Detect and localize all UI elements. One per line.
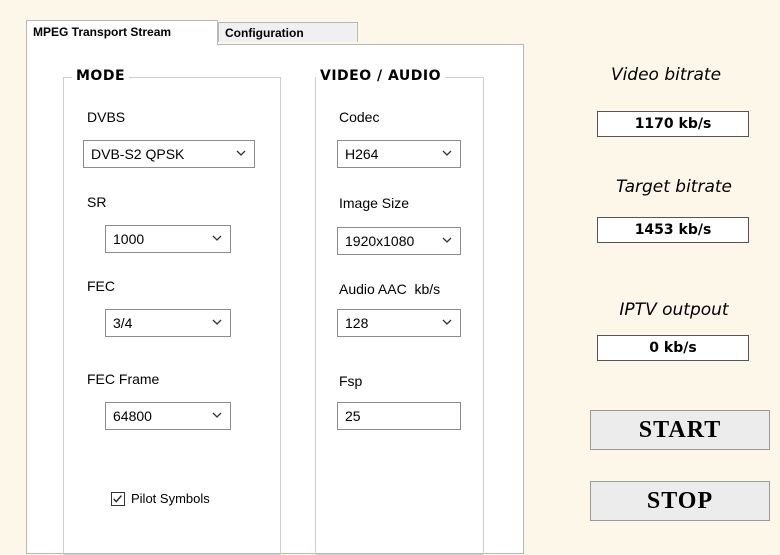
target-bitrate-value: 1453 kb/s [597, 217, 749, 243]
fec-frame-label: FEC Frame [87, 371, 160, 387]
codec-label: Codec [339, 109, 380, 125]
sr-label: SR [87, 194, 107, 210]
tab-configuration[interactable]: Configuration [218, 22, 358, 42]
check-icon [113, 495, 122, 503]
chevron-down-icon [442, 150, 452, 156]
target-bitrate-label: Target bitrate [615, 177, 733, 197]
image-size-label: Image Size [339, 195, 410, 211]
sr-value: 1000 [113, 231, 145, 247]
pilot-symbols-label: Pilot Symbols [131, 491, 210, 506]
dvbs-value: DVB-S2 QPSK [91, 146, 185, 162]
mode-group-title: MODE [72, 68, 130, 84]
tab-mpeg-transport-stream[interactable]: MPEG Transport Stream [26, 20, 218, 45]
dvbs-label: DVBS [87, 109, 126, 125]
fsp-input[interactable]: 25 [337, 402, 461, 430]
video-bitrate-label: Video bitrate [610, 65, 722, 85]
start-button[interactable]: START [590, 410, 770, 450]
chevron-down-icon [212, 412, 222, 418]
image-size-select[interactable]: 1920x1080 [337, 227, 461, 255]
chevron-down-icon [212, 235, 222, 241]
codec-select[interactable]: H264 [337, 140, 461, 168]
iptv-output-label: IPTV outpout [619, 300, 729, 320]
stop-button[interactable]: STOP [590, 481, 770, 521]
fec-frame-value: 64800 [113, 408, 152, 424]
fec-select[interactable]: 3/4 [105, 309, 231, 337]
fec-value: 3/4 [113, 315, 133, 331]
codec-value: H264 [345, 146, 379, 162]
pilot-symbols-checkbox[interactable]: Pilot Symbols [111, 491, 251, 509]
dvbs-select[interactable]: DVB-S2 QPSK [83, 140, 255, 168]
chevron-down-icon [442, 319, 452, 325]
fec-label: FEC [87, 278, 115, 294]
video-bitrate-value: 1170 kb/s [597, 111, 749, 137]
chevron-down-icon [212, 319, 222, 325]
audio-aac-value: 128 [345, 315, 369, 331]
sr-select[interactable]: 1000 [105, 225, 231, 253]
iptv-output-value: 0 kb/s [597, 335, 749, 361]
tab-panel: MODE VIDEO / AUDIO DVBS DVB-S2 QPSK SR 1… [26, 44, 524, 555]
image-size-value: 1920x1080 [345, 233, 415, 249]
pilot-checkbox-box[interactable] [111, 492, 125, 506]
video-audio-group-title: VIDEO / AUDIO [316, 68, 445, 84]
audio-aac-select[interactable]: 128 [337, 309, 461, 337]
fec-frame-select[interactable]: 64800 [105, 402, 231, 430]
fsp-label: Fsp [339, 373, 363, 389]
chevron-down-icon [236, 150, 246, 156]
audio-aac-label: Audio AAC kb/s [339, 281, 441, 297]
chevron-down-icon [442, 237, 452, 243]
